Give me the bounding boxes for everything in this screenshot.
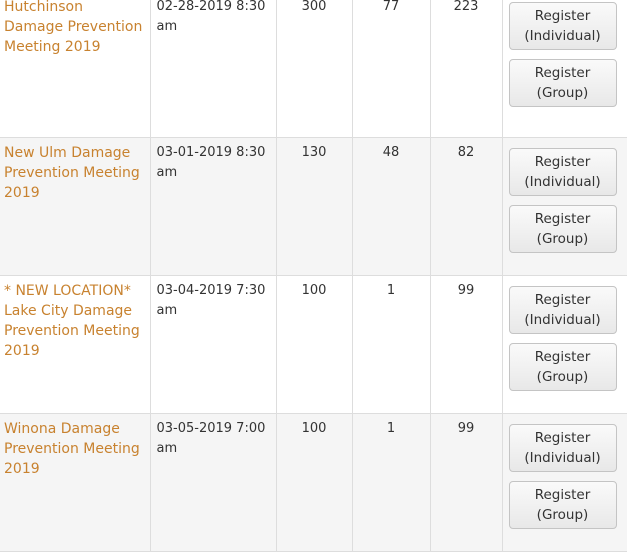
register-group-button[interactable]: Register (Group) (508, 342, 617, 391)
event-name-cell: Hutchinson Damage Prevention Meeting 201… (0, 0, 151, 138)
event-actions: Register (Individual) Register (Group) (502, 413, 627, 552)
event-registered: 1 (352, 275, 431, 414)
event-capacity: 130 (276, 137, 353, 276)
button-label-line: Register (534, 486, 591, 503)
register-individual-button[interactable]: Register (Individual) (508, 147, 617, 196)
event-name-link[interactable]: Winona Damage Prevention Meeting 2019 (4, 419, 144, 479)
event-capacity: 100 (276, 275, 353, 414)
event-name-cell: Winona Damage Prevention Meeting 2019 (0, 413, 151, 552)
table-row: Hutchinson Damage Prevention Meeting 201… (0, 0, 627, 138)
event-registered: 1 (352, 413, 431, 552)
register-individual-button[interactable]: Register (Individual) (508, 423, 617, 472)
event-capacity: 300 (276, 0, 353, 138)
register-group-button[interactable]: Register (Group) (508, 59, 617, 107)
event-available: 82 (430, 137, 503, 276)
button-label-line: (Individual) (524, 311, 601, 328)
event-name-link[interactable]: * NEW LOCATION* Lake City Damage Prevent… (4, 281, 144, 361)
event-available: 99 (430, 413, 503, 552)
event-registered: 48 (352, 137, 431, 276)
button-label-line: Register (534, 291, 591, 308)
button-label-line: (Group) (536, 368, 589, 385)
button-label-line: Register (534, 429, 591, 446)
table-row: Winona Damage Prevention Meeting 2019 03… (0, 413, 627, 552)
event-date: 03-05-2019 7:00 am (150, 413, 277, 552)
register-group-button[interactable]: Register (Group) (508, 480, 617, 529)
event-available: 99 (430, 275, 503, 414)
table-row: New Ulm Damage Prevention Meeting 2019 0… (0, 137, 627, 276)
event-actions: Register (Individual) Register (Group) (502, 275, 627, 414)
event-date: 03-01-2019 8:30 am (150, 137, 277, 276)
button-label-line: (Individual) (524, 449, 601, 466)
table-row: * NEW LOCATION* Lake City Damage Prevent… (0, 275, 627, 414)
button-label-line: (Group) (536, 85, 589, 101)
event-name-cell: New Ulm Damage Prevention Meeting 2019 (0, 137, 151, 276)
button-label-line: Register (534, 348, 591, 365)
button-label-line: (Group) (536, 506, 589, 523)
event-name-link[interactable]: New Ulm Damage Prevention Meeting 2019 (4, 143, 144, 203)
button-label-line: Register (534, 210, 591, 227)
button-label-line: (Individual) (524, 173, 601, 190)
button-label-line: (Individual) (524, 28, 601, 44)
button-label-line: (Group) (536, 230, 589, 247)
button-label-line: Register (534, 65, 591, 81)
button-label-line: Register (534, 153, 591, 170)
events-table: Hutchinson Damage Prevention Meeting 201… (0, 0, 627, 552)
register-individual-button[interactable]: Register (Individual) (508, 285, 617, 334)
register-individual-button[interactable]: Register (Individual) (508, 2, 617, 50)
event-registered: 77 (352, 0, 431, 138)
event-name-cell: * NEW LOCATION* Lake City Damage Prevent… (0, 275, 151, 414)
event-capacity: 100 (276, 413, 353, 552)
event-date: 03-04-2019 7:30 am (150, 275, 277, 414)
event-actions: Register (Individual) Register (Group) (502, 137, 627, 276)
button-label-line: Register (534, 8, 591, 24)
event-name-link[interactable]: Hutchinson Damage Prevention Meeting 201… (4, 0, 144, 57)
event-available: 223 (430, 0, 503, 138)
event-actions: Register (Individual) Register (Group) (502, 0, 627, 138)
event-date: 02-28-2019 8:30 am (150, 0, 277, 138)
register-group-button[interactable]: Register (Group) (508, 204, 617, 253)
